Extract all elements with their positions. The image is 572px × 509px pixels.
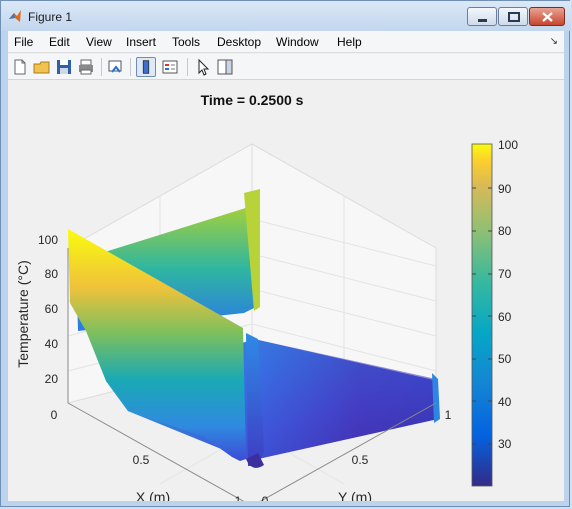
legend-toggle-icon[interactable] (160, 57, 180, 77)
toolbar-separator (130, 58, 131, 76)
figure-window: Figure 1 File Edit View Insert Tools Des… (0, 0, 571, 507)
colorbar-tick-label: 90 (498, 182, 512, 196)
z-tick-label: 20 (45, 372, 59, 386)
matlab-logo-icon (9, 10, 21, 22)
z-axis-label: Temperature (°C) (15, 260, 31, 368)
z-tick-label: 60 (45, 302, 59, 316)
client-area: File Edit View Insert Tools Desktop Wind… (8, 31, 564, 501)
z-tick-label: 100 (38, 233, 58, 247)
menu-file[interactable]: File (14, 35, 33, 49)
title-bar[interactable]: Figure 1 (1, 1, 571, 31)
menu-window[interactable]: Window (276, 35, 319, 49)
colorbar-tick-label: 30 (498, 437, 512, 451)
minimize-button[interactable] (467, 7, 497, 26)
menu-edit[interactable]: Edit (49, 35, 70, 49)
z-tick-label: 40 (45, 337, 59, 351)
colorbar-tick-label: 40 (498, 395, 512, 409)
colorbar-tick-label: 70 (498, 267, 512, 281)
open-file-icon[interactable] (32, 57, 52, 77)
close-button[interactable] (529, 7, 565, 26)
z-axis: 20 40 60 80 100 Temperature (°C) (15, 233, 58, 386)
colorbar[interactable]: 30 40 50 60 70 80 90 100 (471, 138, 518, 487)
y-tick-label: 0.5 (352, 453, 369, 467)
property-editor-icon[interactable] (215, 57, 235, 77)
minimize-icon (478, 19, 487, 22)
x-tick-label: 0 (51, 408, 58, 422)
menu-view[interactable]: View (86, 35, 112, 49)
save-icon[interactable] (54, 57, 74, 77)
figure-canvas: Time = 0.2500 s 20 40 60 80 100 Temperat… (8, 81, 564, 501)
x-tick-label: 1 (235, 494, 242, 501)
plot-title: Time = 0.2500 s (201, 92, 304, 108)
menu-help[interactable]: Help (337, 35, 362, 49)
link-plot-icon[interactable] (106, 57, 126, 77)
toolbar (8, 54, 564, 80)
colorbar-gradient (471, 143, 493, 487)
menu-tools[interactable]: Tools (172, 35, 200, 49)
menu-bar: File Edit View Insert Tools Desktop Wind… (8, 31, 564, 53)
new-figure-icon[interactable] (10, 57, 30, 77)
pointer-icon[interactable] (193, 57, 213, 77)
colorbar-toggle-icon[interactable] (136, 57, 156, 77)
menu-insert[interactable]: Insert (126, 35, 156, 49)
dock-arrow-icon[interactable]: ↘ (550, 36, 558, 47)
x-tick-label: 0.5 (133, 453, 150, 467)
colorbar-tick-label: 100 (498, 138, 518, 152)
y-tick-label: 0 (262, 494, 269, 501)
colorbar-tick-label: 60 (498, 310, 512, 324)
toolbar-separator (101, 58, 102, 76)
colorbar-tick-label: 80 (498, 224, 512, 238)
y-tick-label: 1 (445, 408, 452, 422)
print-icon[interactable] (76, 57, 96, 77)
menu-desktop[interactable]: Desktop (217, 35, 261, 49)
close-icon (542, 12, 553, 22)
z-tick-label: 80 (45, 267, 59, 281)
toolbar-separator (187, 58, 188, 76)
y-axis-label: Y (m) (338, 489, 372, 501)
maximize-icon (508, 12, 520, 22)
colorbar-tick-label: 50 (498, 352, 512, 366)
window-title: Figure 1 (28, 10, 73, 24)
maximize-button[interactable] (498, 7, 528, 26)
x-axis-label: X (m) (136, 489, 170, 501)
